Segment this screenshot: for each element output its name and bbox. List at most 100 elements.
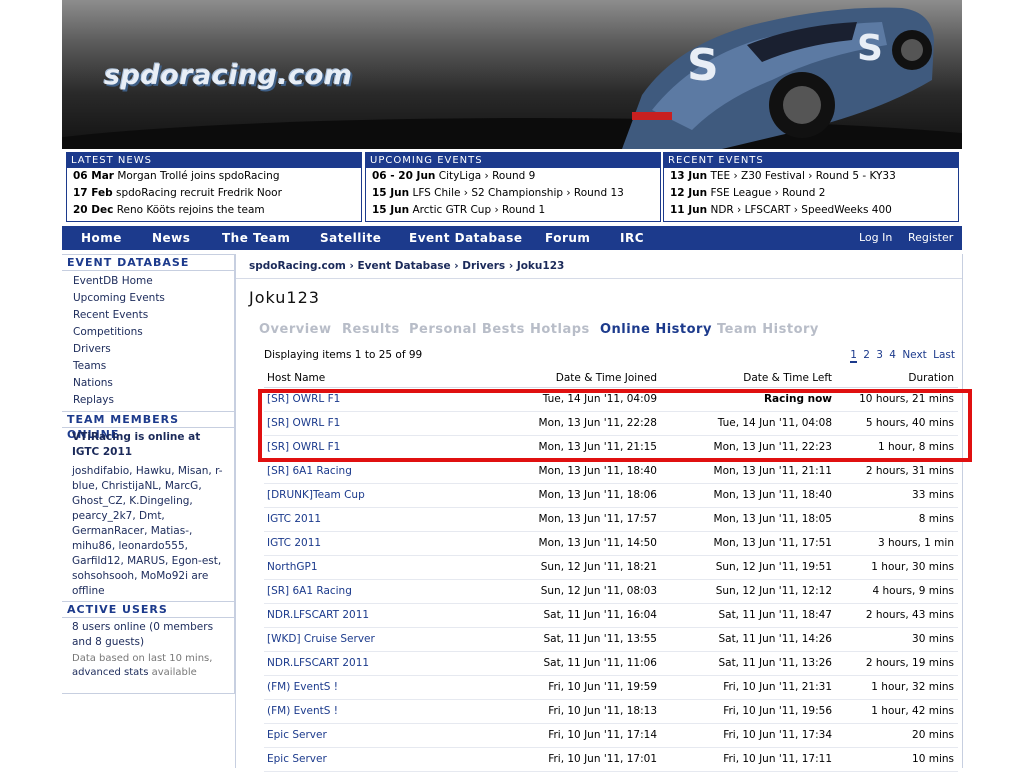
page-2-link[interactable]: 2 xyxy=(863,349,870,361)
date-joined: Sat, 11 Jun '11, 16:04 xyxy=(543,609,657,621)
date-left: Fri, 10 Jun '11, 19:56 xyxy=(723,705,832,717)
table-row: [SR] 6A1 Racing Sun, 12 Jun '11, 08:03 Sun… xyxy=(264,580,958,604)
col-host-name[interactable]: Host Name xyxy=(267,370,325,386)
host-name-link[interactable]: IGTC 2011 xyxy=(267,532,321,555)
upcoming-events-title: UPCOMING EVENTS xyxy=(366,153,660,168)
sidebar-link-upcoming-events[interactable]: Upcoming Events xyxy=(62,290,234,307)
nav-home[interactable]: Home xyxy=(81,226,122,250)
highlight-box xyxy=(258,389,972,462)
register-link[interactable]: Register xyxy=(908,226,953,250)
recent-event-item[interactable]: 11 Jun NDR › LFSCART › SpeedWeeks 400 xyxy=(664,202,958,219)
table-header: Host Name Date & Time Joined Date & Time… xyxy=(264,370,958,388)
latest-news-title: LATEST NEWS xyxy=(67,153,361,168)
advanced-stats-link[interactable]: advanced stats xyxy=(72,667,148,678)
main-content: spdoRacing.com › Event Database › Driver… xyxy=(235,254,963,772)
table-row: Epic Server Fri, 10 Jun '11, 17:14 Fri, 10… xyxy=(264,724,958,748)
duration: 1 hour, 32 mins xyxy=(871,681,954,693)
date-left: Sat, 11 Jun '11, 18:47 xyxy=(718,609,832,621)
host-name-link[interactable]: NorthGP1 xyxy=(267,556,318,579)
sidebar-link-replays[interactable]: Replays xyxy=(62,392,234,409)
active-users-count: 8 users online (0 members and 8 guests) xyxy=(72,621,214,648)
nav-event-database[interactable]: Event Database xyxy=(409,226,522,250)
main-nav: Home News The Team Satellite Event Datab… xyxy=(62,226,962,250)
nav-news[interactable]: News xyxy=(152,226,190,250)
news-item[interactable]: 17 Feb spdoRacing recruit Fredrik Noor xyxy=(67,185,361,202)
duration: 3 hours, 1 min xyxy=(877,537,954,549)
table-row: (FM) EventS ! Fri, 10 Jun '11, 18:13 Fri, … xyxy=(264,700,958,724)
login-link[interactable]: Log In xyxy=(859,226,892,250)
date-left: Mon, 13 Jun '11, 18:05 xyxy=(713,513,832,525)
date-joined: Sun, 12 Jun '11, 08:03 xyxy=(540,585,657,597)
date-left: Mon, 13 Jun '11, 21:11 xyxy=(713,465,832,477)
host-name-link[interactable]: [WKD] Cruise Server xyxy=(267,628,375,651)
recent-events-title: RECENT EVENTS xyxy=(664,153,958,168)
nav-irc[interactable]: IRC xyxy=(620,226,644,250)
eventdb-heading: EVENT DATABASE xyxy=(62,255,234,271)
sidebar-link-nations[interactable]: Nations xyxy=(62,375,234,392)
news-item[interactable]: 20 Dec Reno Kööts rejoins the team xyxy=(67,202,361,219)
news-item[interactable]: 06 Mar Morgan Trollé joins spdoRacing xyxy=(67,168,361,185)
col-date-joined[interactable]: Date & Time Joined xyxy=(556,370,657,386)
nav-the-team[interactable]: The Team xyxy=(222,226,290,250)
last-page-link[interactable]: Last xyxy=(933,349,955,361)
tab-overview[interactable]: Overview xyxy=(259,322,332,337)
date-joined: Fri, 10 Jun '11, 19:59 xyxy=(548,681,657,693)
table-row: Epic Server Fri, 10 Jun '11, 17:01 Fri, 10… xyxy=(264,748,958,772)
tab-personal-bests[interactable]: Personal Bests xyxy=(409,322,525,337)
upcoming-event-item[interactable]: 06 - 20 Jun CityLiga › Round 9 xyxy=(366,168,660,185)
duration: 1 hour, 30 mins xyxy=(871,561,954,573)
page-3-link[interactable]: 3 xyxy=(876,349,883,361)
date-joined: Mon, 13 Jun '11, 18:40 xyxy=(538,465,657,477)
tab-online-history[interactable]: Online History xyxy=(600,322,712,337)
date-joined: Mon, 13 Jun '11, 18:06 xyxy=(538,489,657,501)
host-name-link[interactable]: (FM) EventS ! xyxy=(267,676,338,699)
col-duration[interactable]: Duration xyxy=(908,370,954,386)
page-1-link[interactable]: 1 xyxy=(850,349,857,363)
site-banner: spdoracing.com S S xyxy=(62,0,962,149)
next-page-link[interactable]: Next xyxy=(902,349,926,361)
host-name-link[interactable]: [SR] 6A1 Racing xyxy=(267,580,352,603)
pagination: 1 2 3 4 Next Last xyxy=(847,349,955,363)
nav-forum[interactable]: Forum xyxy=(545,226,590,250)
team-online-heading: TEAM MEMBERS ONLINE xyxy=(62,411,234,441)
upcoming-event-item[interactable]: 15 Jun LFS Chile › S2 Championship › Rou… xyxy=(366,185,660,202)
sidebar-link-recent-events[interactable]: Recent Events xyxy=(62,307,234,324)
table-row: [SR] 6A1 Racing Mon, 13 Jun '11, 18:40 Mon… xyxy=(264,460,958,484)
sidebar-link-drivers[interactable]: Drivers xyxy=(62,341,234,358)
date-joined: Mon, 13 Jun '11, 17:57 xyxy=(538,513,657,525)
latest-news-box: LATEST NEWS 06 Mar Morgan Trollé joins s… xyxy=(66,152,362,222)
date-left: Fri, 10 Jun '11, 21:31 xyxy=(723,681,832,693)
duration: 2 hours, 31 mins xyxy=(865,465,954,477)
page-4-link[interactable]: 4 xyxy=(889,349,896,361)
team-online-status[interactable]: VTiRacing is online at IGTC 2011 xyxy=(62,428,234,462)
sidebar-link-teams[interactable]: Teams xyxy=(62,358,234,375)
table-row: [DRUNK]Team Cup Mon, 13 Jun '11, 18:06 Mon… xyxy=(264,484,958,508)
host-name-link[interactable]: IGTC 2011 xyxy=(267,508,321,531)
svg-text:S: S xyxy=(687,40,719,91)
tab-hotlaps[interactable]: Hotlaps xyxy=(530,322,590,337)
host-name-link[interactable]: NDR.LFSCART 2011 xyxy=(267,652,369,675)
site-logo[interactable]: spdoracing.com xyxy=(104,60,353,91)
tab-results[interactable]: Results xyxy=(342,322,400,337)
page: spdoracing.com S S LATEST NEWS 06 Mar Mo… xyxy=(62,0,963,772)
host-name-link[interactable]: (FM) EventS ! xyxy=(267,700,338,723)
upcoming-event-item[interactable]: 15 Jun Arctic GTR Cup › Round 1 xyxy=(366,202,660,219)
host-name-link[interactable]: [SR] 6A1 Racing xyxy=(267,460,352,483)
recent-event-item[interactable]: 13 Jun TEE › Z30 Festival › Round 5 - KY… xyxy=(664,168,958,185)
sidebar: EVENT DATABASE EventDB Home Upcoming Eve… xyxy=(62,254,235,694)
table-row: IGTC 2011 Mon, 13 Jun '11, 14:50 Mon, 13 J… xyxy=(264,532,958,556)
upcoming-events-box: UPCOMING EVENTS 06 - 20 Jun CityLiga › R… xyxy=(365,152,661,222)
breadcrumb[interactable]: spdoRacing.com › Event Database › Driver… xyxy=(249,260,564,272)
recent-event-item[interactable]: 12 Jun FSE League › Round 2 xyxy=(664,185,958,202)
duration: 20 mins xyxy=(912,729,954,741)
date-left: Sat, 11 Jun '11, 13:26 xyxy=(718,657,832,669)
host-name-link[interactable]: Epic Server xyxy=(267,724,327,747)
host-name-link[interactable]: NDR.LFSCART 2011 xyxy=(267,604,369,627)
host-name-link[interactable]: [DRUNK]Team Cup xyxy=(267,484,365,507)
col-date-left[interactable]: Date & Time Left xyxy=(743,370,832,386)
date-joined: Fri, 10 Jun '11, 17:14 xyxy=(548,729,657,741)
sidebar-link-eventdb-home[interactable]: EventDB Home xyxy=(62,273,234,290)
sidebar-link-competitions[interactable]: Competitions xyxy=(62,324,234,341)
tab-team-history[interactable]: Team History xyxy=(717,322,819,337)
nav-satellite[interactable]: Satellite xyxy=(320,226,381,250)
